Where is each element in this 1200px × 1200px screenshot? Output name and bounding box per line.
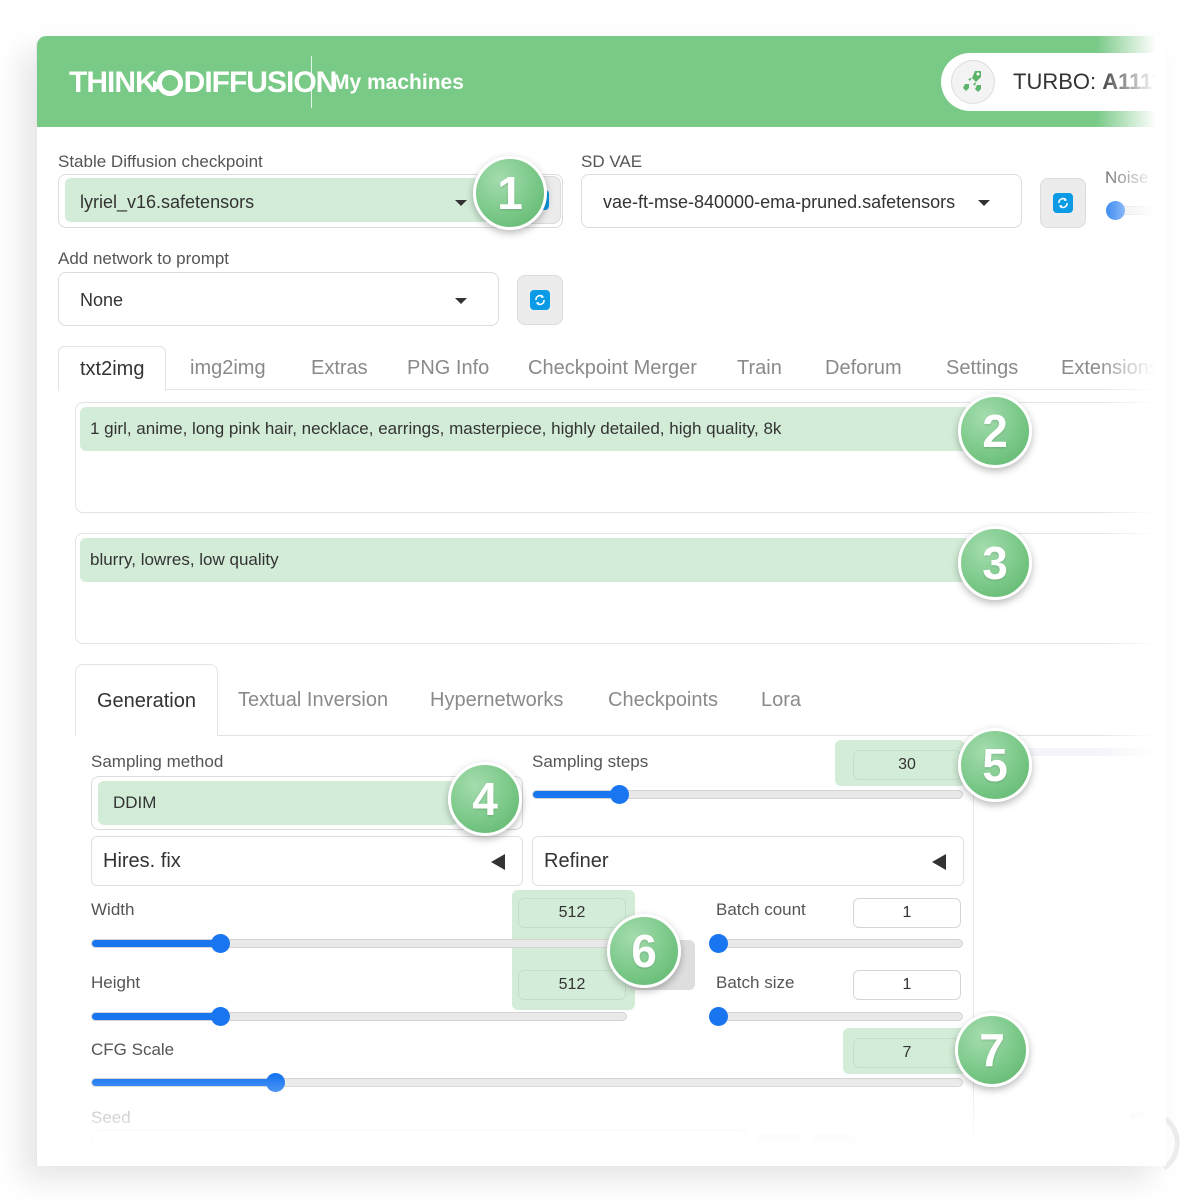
sampling-steps-input[interactable]: 30 [853,750,961,780]
batch-count-knob[interactable] [709,934,728,953]
thinkdiffusion-logo[interactable]: THINK DIFFUSION [69,66,338,100]
network-refresh-button[interactable] [517,275,563,325]
noise-slider-knob[interactable] [1106,201,1125,220]
cfg-scale-input[interactable]: 7 [853,1038,961,1068]
turbo-label: TURBO: A1111 [1013,69,1163,95]
rocket-icon [951,60,995,104]
tab-img2img[interactable]: img2img [190,346,266,390]
subtab-lora[interactable]: Lora [761,664,801,736]
chevron-down-icon [455,298,467,304]
refiner-accordion[interactable]: Refiner [532,836,964,886]
network-label: Add network to prompt [58,249,230,268]
network-dropdown[interactable]: None [58,272,499,326]
badge-1: 1 [473,156,547,230]
badge-3: 3 [958,526,1032,600]
vae-label: SD VAE [581,152,643,171]
cfg-scale-label: CFG Scale [91,1040,175,1059]
seed-input[interactable] [91,1130,747,1166]
logo-mark-icon [152,70,183,96]
subtab-checkpoints[interactable]: Checkpoints [608,664,718,736]
batch-count-slider[interactable] [709,934,963,953]
tab-png-info[interactable]: PNG Info [407,346,489,390]
network-value: None [80,290,124,310]
vae-value: vae-ft-mse-840000-ema-pruned.safetensors [603,192,956,212]
sampling-steps-fill [533,791,619,798]
tab-extras[interactable]: Extras [311,346,368,390]
refresh-icon [530,290,550,310]
batch-count-input[interactable]: 1 [853,898,961,928]
height-input[interactable]: 512 [518,970,626,1000]
noise-label: Noise m [1105,168,1166,187]
random-seed-button[interactable] [757,1134,801,1166]
subtab-textual-inversion[interactable]: Textual Inversion [238,664,388,736]
batch-count-label: Batch count [716,900,806,919]
cfg-scale-knob[interactable] [266,1073,285,1092]
hires-fix-accordion[interactable]: Hires. fix [91,836,523,886]
chevron-down-icon [455,200,467,206]
subtab-generation[interactable]: Generation [75,664,218,737]
triangle-left-icon [932,854,946,870]
batch-size-label: Batch size [716,973,795,992]
header-divider [311,56,312,108]
app-window: THINK DIFFUSION My machines TURBO: A1111… [36,36,1166,1166]
batch-size-slider[interactable] [709,1007,963,1026]
tab-checkpoint-merger[interactable]: Checkpoint Merger [528,346,697,390]
cfg-scale-fill [92,1079,275,1086]
reuse-seed-button[interactable] [811,1134,855,1166]
width-knob[interactable] [211,934,230,953]
width-fill [92,940,220,947]
badge-6: 6 [607,914,681,988]
tab-train[interactable]: Train [737,346,782,390]
height-label: Height [91,973,141,992]
cfg-scale-slider[interactable] [91,1073,963,1092]
vae-dropdown[interactable]: vae-ft-mse-840000-ema-pruned.safetensors [581,174,1022,228]
app-header: THINK DIFFUSION My machines TURBO: A1111 [37,36,1166,127]
badge-2: 2 [958,394,1032,468]
triangle-left-icon [491,854,505,870]
watermark-logo-icon [1124,1108,1180,1184]
refresh-icon [1053,193,1073,213]
tab-settings[interactable]: Settings [946,346,1018,390]
logo-text-think: THINK [69,66,157,99]
badge-7: 7 [955,1013,1029,1087]
subtab-hypernetworks[interactable]: Hypernetworks [430,664,563,736]
badge-5: 5 [958,728,1032,802]
sampling-steps-label: Sampling steps [532,752,649,771]
width-label: Width [91,900,135,919]
main-tabs: txt2img img2img Extras PNG Info Checkpoi… [58,346,1159,391]
sampling-method-label: Sampling method [91,752,224,771]
checkpoint-value: lyriel_v16.safetensors [80,192,255,212]
tab-txt2img[interactable]: txt2img [58,346,167,391]
tab-extensions[interactable]: Extensions [1061,346,1159,390]
width-slider[interactable] [91,934,627,953]
chevron-down-icon [978,200,990,206]
height-knob[interactable] [211,1007,230,1026]
badge-4: 4 [448,762,522,836]
sampling-steps-knob[interactable] [610,785,629,804]
hires-fix-label: Hires. fix [103,850,181,872]
turbo-value: A1111 [1102,69,1164,94]
negative-prompt-text: blurry, lowres, low quality [80,538,970,582]
width-input[interactable]: 512 [518,898,626,928]
checkpoint-label: Stable Diffusion checkpoint [58,152,263,171]
vae-refresh-button[interactable] [1040,178,1086,228]
refiner-label: Refiner [544,850,609,872]
height-fill [92,1013,220,1020]
my-machines-link[interactable]: My machines [332,71,464,95]
panel-divider [973,736,974,1166]
noise-slider[interactable] [1106,201,1166,220]
sampling-method-value: DDIM [113,793,157,812]
tab-deforum[interactable]: Deforum [825,346,902,390]
batch-size-input[interactable]: 1 [853,970,961,1000]
logo-text-diffusion: DIFFUSION [183,66,338,99]
height-slider[interactable] [91,1007,627,1026]
batch-size-knob[interactable] [709,1007,728,1026]
turbo-prefix: TURBO: [1013,69,1103,94]
generation-subtabs: Generation Textual Inversion Hypernetwor… [75,664,1165,737]
sampling-steps-slider[interactable] [532,785,963,804]
seed-label: Seed [91,1108,131,1127]
positive-prompt-text: 1 girl, anime, long pink hair, necklace,… [80,407,970,451]
turbo-machine-pill[interactable]: TURBO: A1111 [941,53,1166,111]
